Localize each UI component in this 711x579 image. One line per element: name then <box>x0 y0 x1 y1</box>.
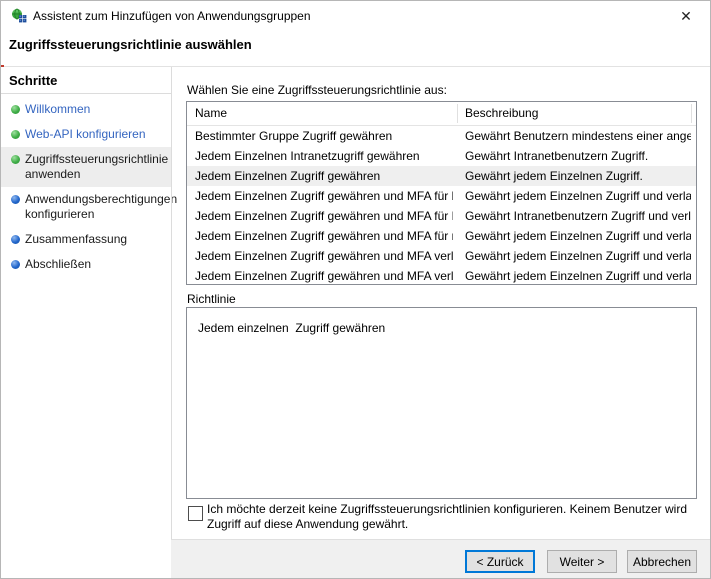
step-zugriffssteuerungsrichtlinie-anwenden[interactable]: Zugriffssteuerungsrichtlinie anwenden <box>1 147 171 187</box>
step-anwendungsberechtigungen-konfigurieren[interactable]: Anwendungsberechtigungen konfigurieren <box>1 187 171 227</box>
row-description: Gewährt Intranetbenutzern Zugriff und ve… <box>465 206 691 226</box>
step-zusammenfassung[interactable]: Zusammenfassung <box>1 227 171 252</box>
back-button[interactable]: < Zurück <box>465 550 535 573</box>
close-button[interactable]: ✕ <box>666 1 706 31</box>
row-description: Gewährt jedem Einzelnen Zugriff und verl… <box>465 226 691 246</box>
step-willkommen[interactable]: Willkommen <box>1 97 171 122</box>
cancel-button[interactable]: Abbrechen <box>627 550 697 573</box>
close-icon: ✕ <box>680 8 692 24</box>
sidebar-divider <box>171 67 172 579</box>
steps-list: Willkommen Web-API konfigurieren Zugriff… <box>1 97 171 277</box>
next-button[interactable]: Weiter > <box>547 550 617 573</box>
table-row[interactable]: Bestimmter Gruppe Zugriff gewähren Gewäh… <box>187 126 696 146</box>
select-policy-label: Wählen Sie eine Zugriffssteuerungsrichtl… <box>187 83 447 97</box>
column-divider <box>457 104 458 123</box>
step-label: Web-API konfigurieren <box>25 127 146 141</box>
table-row[interactable]: Jedem Einzelnen Zugriff gewähren und MFA… <box>187 206 696 226</box>
column-divider <box>691 104 692 123</box>
step-label: Zugriffssteuerungsrichtlinie anwenden <box>25 152 168 181</box>
row-description: Gewährt jedem Einzelnen Zugriff und verl… <box>465 266 691 285</box>
steps-sidebar: Schritte Willkommen Web-API konfiguriere… <box>1 67 171 579</box>
step-label: Willkommen <box>25 102 90 116</box>
window-title: Assistent zum Hinzufügen von Anwendungsg… <box>33 9 311 23</box>
skip-policy-checkbox-label: Ich möchte derzeit keine Zugriffssteueru… <box>207 502 699 532</box>
row-description: Gewährt jedem Einzelnen Zugriff und verl… <box>465 246 691 266</box>
table-row[interactable]: Jedem Einzelnen Zugriff gewähren und MFA… <box>187 186 696 206</box>
step-abschliessen[interactable]: Abschließen <box>1 252 171 277</box>
column-header-name[interactable]: Name <box>195 106 227 120</box>
policy-description-text: Jedem einzelnen Zugriff gewähren <box>198 321 385 335</box>
row-description: Gewährt jedem Einzelnen Zugriff. <box>465 166 691 186</box>
steps-separator <box>1 93 171 94</box>
table-row[interactable]: Jedem Einzelnen Zugriff gewähren und MFA… <box>187 266 696 285</box>
app-icon <box>11 8 27 24</box>
table-row[interactable]: Jedem Einzelnen Intranetzugriff gewähren… <box>187 146 696 166</box>
policy-table-header: Name Beschreibung <box>187 102 696 126</box>
step-done-bullet-icon <box>11 155 20 164</box>
policy-description-box: Jedem einzelnen Zugriff gewähren <box>186 307 697 499</box>
row-name: Jedem Einzelnen Intranetzugriff gewähren <box>195 146 453 166</box>
row-description: Gewährt Intranetbenutzern Zugriff. <box>465 146 691 166</box>
table-row[interactable]: Jedem Einzelnen Zugriff gewähren und MFA… <box>187 246 696 266</box>
row-name: Jedem Einzelnen Zugriff gewähren und MFA… <box>195 186 453 206</box>
step-web-api-konfigurieren[interactable]: Web-API konfigurieren <box>1 122 171 147</box>
row-description: Gewährt jedem Einzelnen Zugriff und verl… <box>465 186 691 206</box>
step-upcoming-bullet-icon <box>11 260 20 269</box>
row-name: Jedem Einzelnen Zugriff gewähren <box>195 166 453 186</box>
step-label: Anwendungsberechtigungen konfigurieren <box>25 192 177 221</box>
row-name: Jedem Einzelnen Zugriff gewähren und MFA… <box>195 226 453 246</box>
policy-table: Name Beschreibung Bestimmter Gruppe Zugr… <box>186 101 697 285</box>
footer-button-bar: < Zurück Weiter > Abbrechen <box>171 539 711 579</box>
row-name: Jedem Einzelnen Zugriff gewähren und MFA… <box>195 266 453 285</box>
row-name: Bestimmter Gruppe Zugriff gewähren <box>195 126 453 146</box>
row-name: Jedem Einzelnen Zugriff gewähren und MFA… <box>195 206 453 226</box>
step-done-bullet-icon <box>11 105 20 114</box>
table-row[interactable]: Jedem Einzelnen Zugriff gewähren und MFA… <box>187 226 696 246</box>
titlebar: Assistent zum Hinzufügen von Anwendungsg… <box>1 1 710 31</box>
row-description: Gewährt Benutzern mindestens einer angeg… <box>465 126 691 146</box>
table-row-selected[interactable]: Jedem Einzelnen Zugriff gewähren Gewährt… <box>187 166 696 186</box>
skip-policy-checkbox[interactable] <box>188 506 203 521</box>
column-header-description[interactable]: Beschreibung <box>465 106 538 120</box>
wizard-window: Assistent zum Hinzufügen von Anwendungsg… <box>0 0 711 579</box>
step-upcoming-bullet-icon <box>11 235 20 244</box>
row-name: Jedem Einzelnen Zugriff gewähren und MFA… <box>195 246 453 266</box>
policy-section-label: Richtlinie <box>187 292 236 306</box>
step-upcoming-bullet-icon <box>11 195 20 204</box>
step-label: Abschließen <box>25 257 91 271</box>
step-label: Zusammenfassung <box>25 232 127 246</box>
steps-header: Schritte <box>9 73 57 88</box>
page-title: Zugriffssteuerungsrichtlinie auswählen <box>9 37 252 52</box>
step-done-bullet-icon <box>11 130 20 139</box>
